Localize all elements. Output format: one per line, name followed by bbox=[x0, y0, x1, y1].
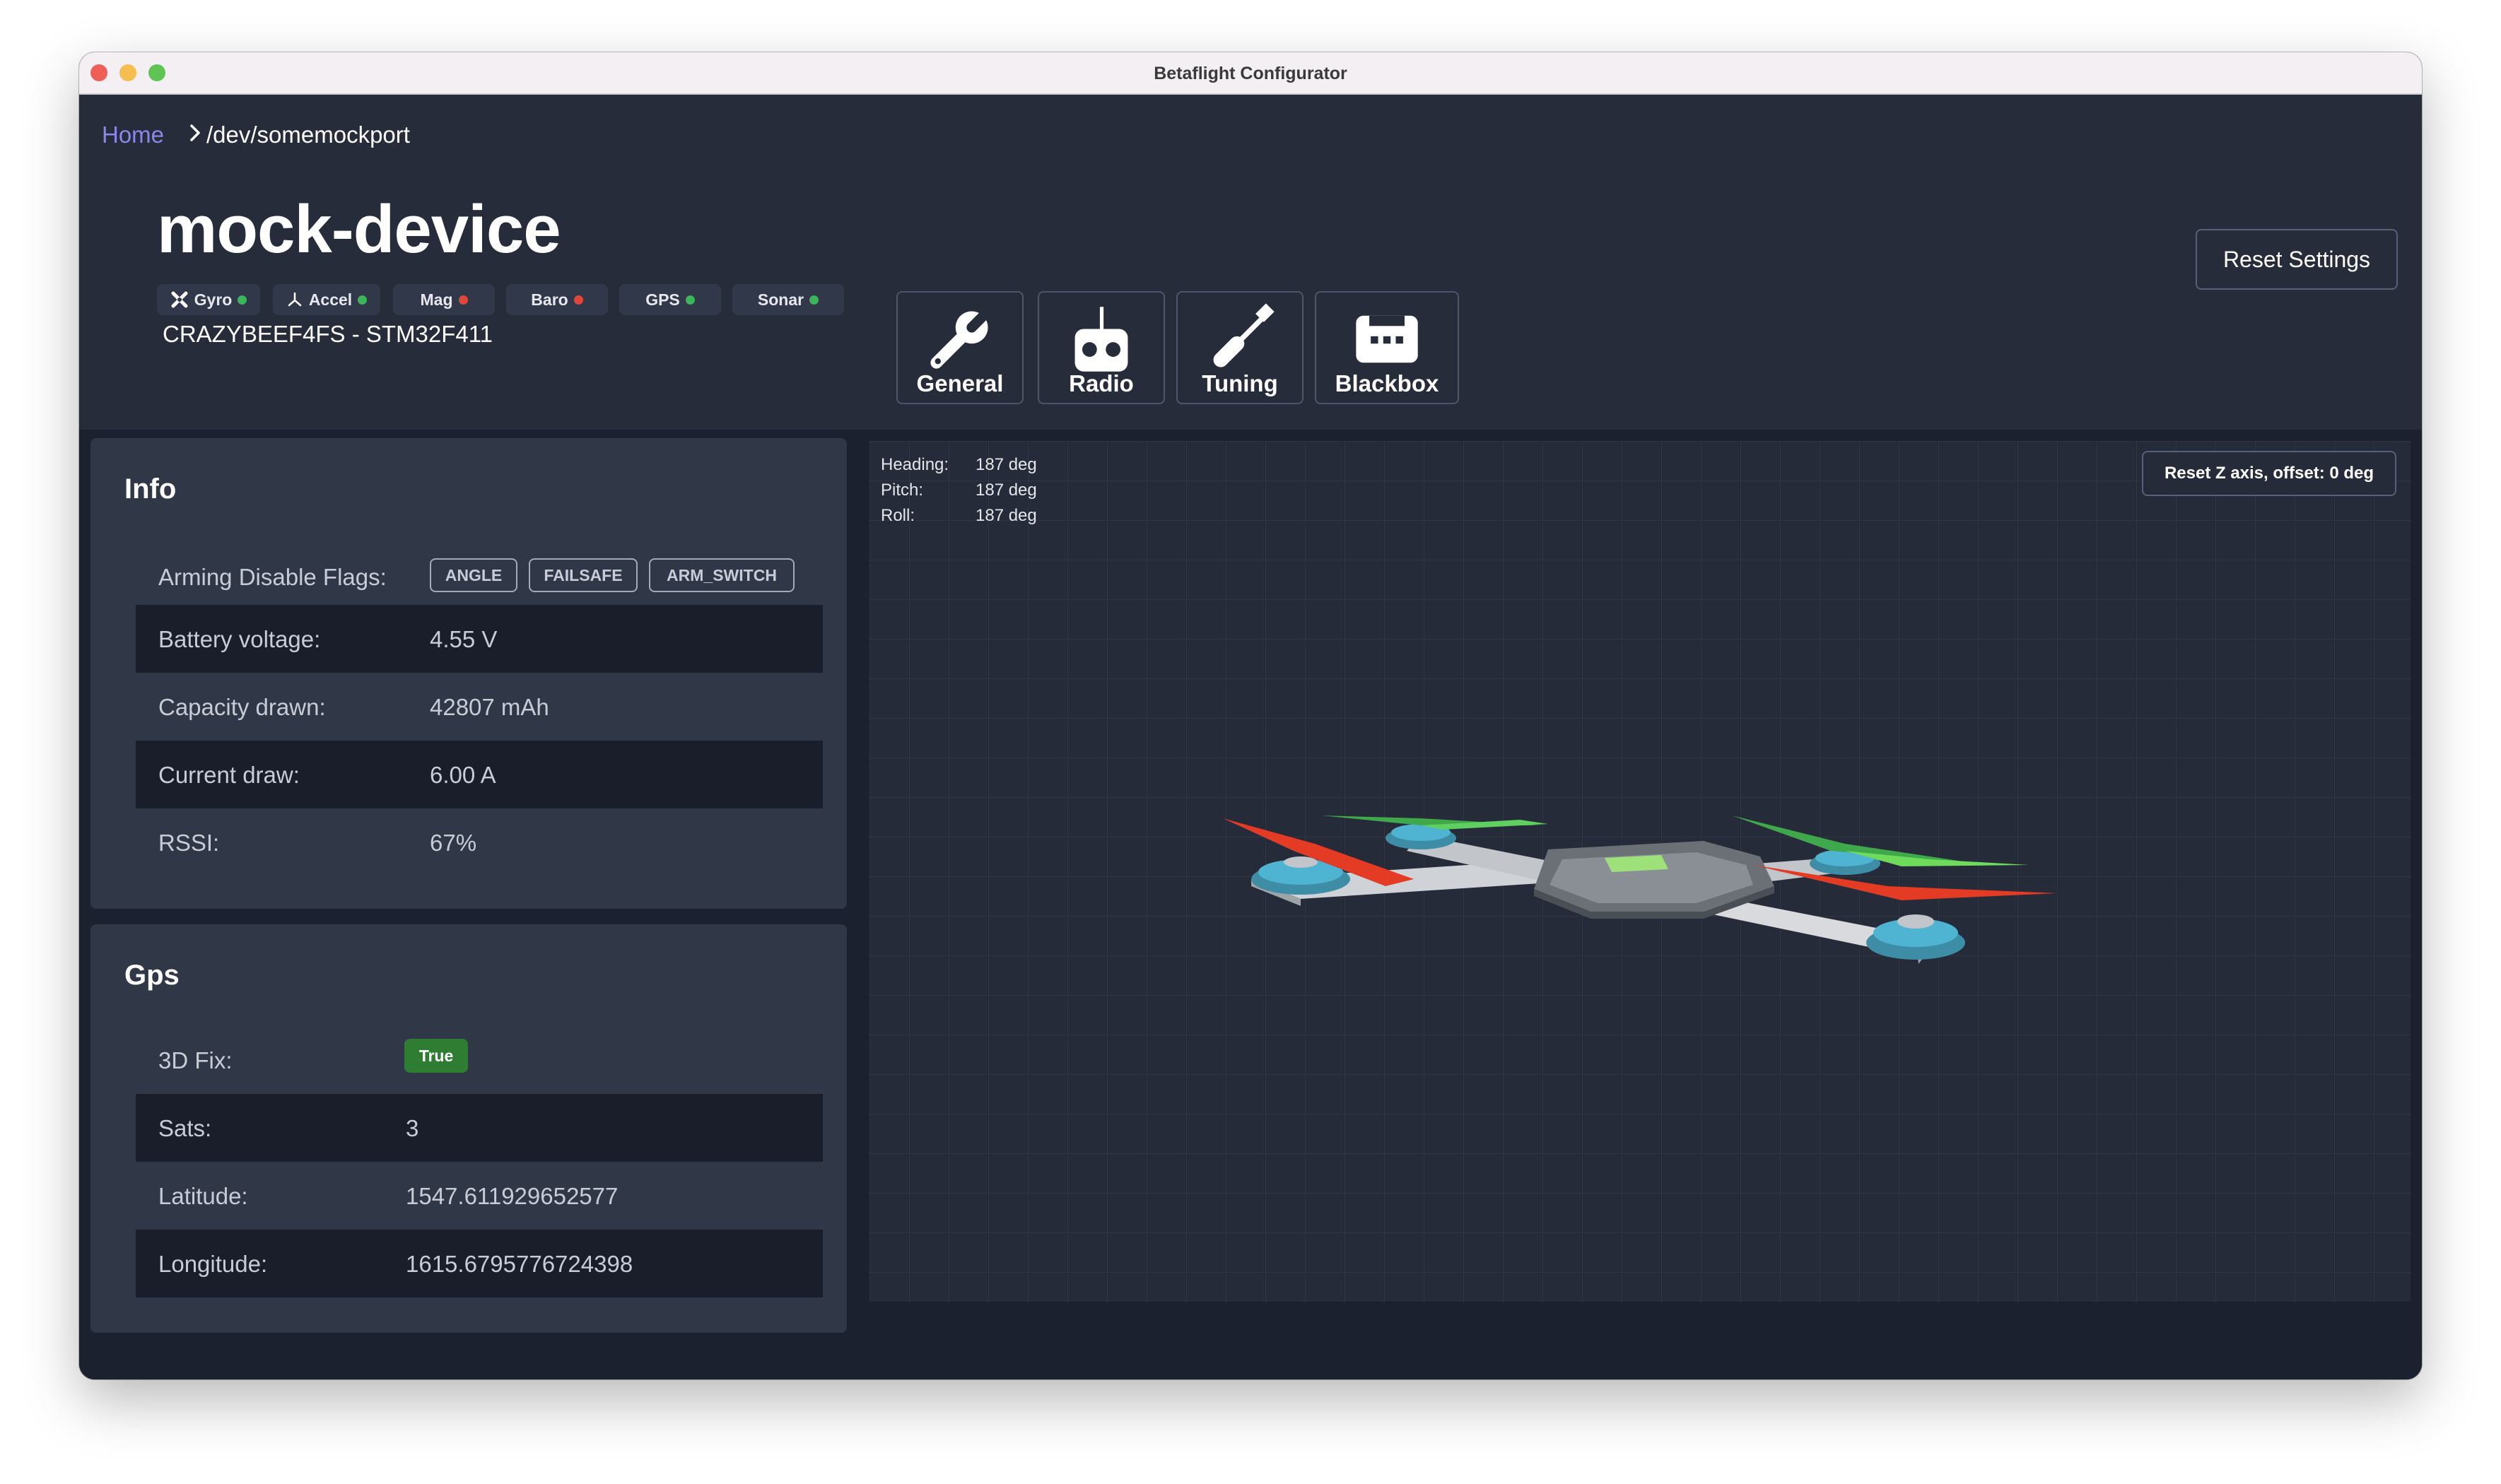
sensor-label: GPS bbox=[645, 290, 680, 309]
board-info: CRAZYBEEF4FS - STM32F411 bbox=[163, 321, 493, 347]
info-row-label: Capacity drawn: bbox=[158, 694, 326, 720]
info-row-value: 4.55 V bbox=[430, 626, 498, 652]
app-window: Betaflight Configurator Home /dev/somemo… bbox=[79, 52, 2422, 1379]
gps-row-label: Latitude: bbox=[158, 1183, 248, 1209]
arming-flags-label: Arming Disable Flags: bbox=[158, 564, 387, 590]
gps-fix-label: 3D Fix: bbox=[158, 1047, 233, 1073]
sensor-badge-accel: Accel bbox=[273, 284, 380, 315]
nav-tuning-button[interactable]: Tuning bbox=[1176, 291, 1304, 404]
flag-badge: ARM_SWITCH bbox=[649, 558, 795, 592]
nav-label: Radio bbox=[1069, 370, 1134, 396]
sensor-badge-gps: GPS bbox=[619, 284, 721, 315]
breadcrumb-home-link[interactable]: Home bbox=[102, 122, 164, 148]
gps-panel: Gps 3D Fix: True Sats: 3 Latitude: 1547.… bbox=[90, 924, 847, 1333]
sensor-status-dot bbox=[685, 295, 695, 305]
nav-label: Tuning bbox=[1202, 370, 1278, 396]
heading-value: 187 deg bbox=[976, 455, 1037, 474]
pitch-value: 187 deg bbox=[976, 481, 1037, 500]
gyro-icon bbox=[171, 291, 188, 308]
nav-blackbox-button[interactable]: Blackbox bbox=[1315, 291, 1459, 404]
reset-z-axis-button[interactable]: Reset Z axis, offset: 0 deg bbox=[2142, 451, 2396, 496]
nav-radio-button[interactable]: Radio bbox=[1038, 291, 1165, 404]
sensor-label: Baro bbox=[531, 290, 568, 309]
sensor-status-dot bbox=[458, 295, 468, 305]
gps-row-value: 3 bbox=[406, 1115, 419, 1141]
gps-row-latitude: Latitude: 1547.611929652577 bbox=[136, 1162, 823, 1230]
sensor-label: Sonar bbox=[757, 290, 804, 309]
main-area: Info Arming Disable Flags: ANGLE FAILSAF… bbox=[79, 430, 2422, 1379]
chevron-right-icon bbox=[190, 124, 200, 141]
info-row-value: 42807 mAh bbox=[430, 694, 549, 720]
gps-row-fix: 3D Fix: True bbox=[136, 1030, 823, 1087]
flag-badge: ANGLE bbox=[430, 558, 517, 592]
gps-row-longitude: Longitude: 1615.6795776724398 bbox=[136, 1230, 823, 1297]
info-row-value: 6.00 A bbox=[430, 762, 496, 788]
sensor-status-dot bbox=[238, 295, 247, 305]
reset-settings-button[interactable]: Reset Settings bbox=[2196, 229, 2398, 290]
window-title: Betaflight Configurator bbox=[1154, 64, 1347, 83]
wrench-icon bbox=[930, 303, 996, 369]
gps-row-label: Sats: bbox=[158, 1115, 212, 1141]
device-name: mock-device bbox=[157, 192, 561, 267]
info-row-rssi: RSSI: 67% bbox=[136, 808, 823, 876]
info-row-label: Battery voltage: bbox=[158, 626, 321, 652]
info-row-capacity: Capacity drawn: 42807 mAh bbox=[136, 673, 823, 741]
info-row-label: Current draw: bbox=[158, 762, 300, 788]
nav-general-button[interactable]: General bbox=[896, 291, 1024, 404]
sensor-label: Mag bbox=[420, 290, 453, 309]
screwdriver-icon bbox=[1213, 303, 1275, 367]
info-panel-title: Info bbox=[124, 473, 177, 505]
heading-label: Heading: bbox=[881, 455, 949, 474]
flag-badge: FAILSAFE bbox=[529, 558, 638, 592]
gps-fix-badge: True bbox=[404, 1039, 468, 1073]
nav-label: Blackbox bbox=[1335, 370, 1439, 396]
roll-value: 187 deg bbox=[976, 506, 1037, 525]
sensor-label: Gyro bbox=[194, 290, 233, 309]
sensor-label: Accel bbox=[308, 290, 353, 309]
quadcopter-model bbox=[1223, 815, 2057, 964]
device-header: Home /dev/somemockport mock-device Gyro … bbox=[79, 95, 2422, 430]
radio-icon bbox=[1074, 307, 1128, 372]
sensor-status-dot bbox=[358, 295, 368, 305]
gps-panel-title: Gps bbox=[124, 960, 180, 991]
model-viewer[interactable]: Heading: 187 deg Pitch: 187 deg Roll: 18… bbox=[869, 441, 2411, 1302]
info-panel: Info Arming Disable Flags: ANGLE FAILSAF… bbox=[90, 438, 847, 909]
app-content: Home /dev/somemockport mock-device Gyro … bbox=[79, 95, 2422, 1379]
info-row-value: 67% bbox=[430, 830, 477, 856]
info-row-current: Current draw: 6.00 A bbox=[136, 741, 823, 808]
sensor-badge-gyro: Gyro bbox=[157, 284, 260, 315]
gps-row-sats: Sats: 3 bbox=[136, 1094, 823, 1162]
breadcrumb-port: /dev/somemockport bbox=[206, 122, 410, 148]
sensor-status-dot bbox=[573, 295, 583, 305]
sensor-badge-baro: Baro bbox=[506, 284, 608, 315]
sensor-status-dot bbox=[809, 295, 819, 305]
blackbox-icon bbox=[1356, 315, 1418, 363]
roll-label: Roll: bbox=[881, 506, 915, 525]
nav-label: General bbox=[916, 370, 1004, 396]
gps-row-label: Longitude: bbox=[158, 1251, 268, 1277]
gps-row-value: 1547.611929652577 bbox=[406, 1183, 619, 1209]
title-bar: Betaflight Configurator bbox=[79, 52, 2422, 95]
accel-icon bbox=[288, 292, 302, 307]
sensor-badge-mag: Mag bbox=[393, 284, 495, 315]
sensor-badge-sonar: Sonar bbox=[732, 284, 844, 315]
gps-row-value: 1615.6795776724398 bbox=[406, 1251, 633, 1277]
info-row-label: RSSI: bbox=[158, 830, 220, 856]
pitch-label: Pitch: bbox=[881, 481, 924, 500]
info-row-battery: Battery voltage: 4.55 V bbox=[136, 605, 823, 673]
